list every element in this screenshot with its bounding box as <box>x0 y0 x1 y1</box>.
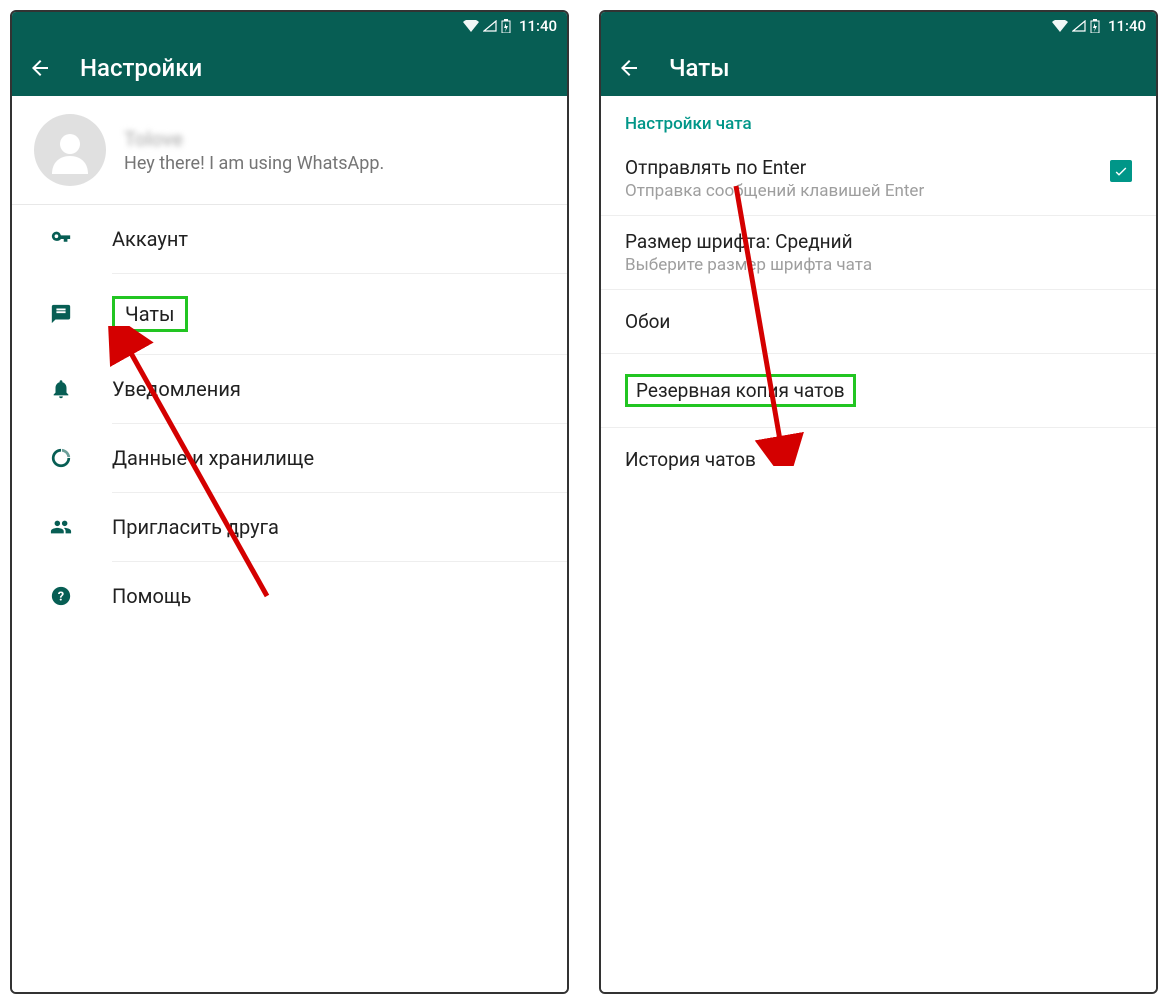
status-bar: 11:40 <box>12 12 567 40</box>
avatar <box>34 114 106 186</box>
row-font-size[interactable]: Размер шрифта: Средний Выберите размер ш… <box>601 216 1156 290</box>
key-icon <box>50 228 78 250</box>
row-title: Отправлять по Enter <box>625 156 1132 179</box>
menu-invite[interactable]: Пригласить друга <box>112 493 567 562</box>
row-backup-chats[interactable]: Резервная копия чатов <box>601 354 1156 428</box>
page-title: Настройки <box>80 54 202 82</box>
row-title: Размер шрифта: Средний <box>625 230 1132 253</box>
back-arrow-icon[interactable] <box>617 56 641 80</box>
menu-label: Уведомления <box>112 377 241 401</box>
phone-right-chats: 11:40 Чаты Настройки чата Отправлять по … <box>599 10 1158 994</box>
signal-icon <box>1072 20 1086 32</box>
menu-label: Чаты <box>125 302 175 326</box>
row-title: Обои <box>625 310 670 333</box>
row-subtitle: Отправка сообщений клавишей Enter <box>625 181 1132 201</box>
highlight-backup: Резервная копия чатов <box>625 374 856 407</box>
menu-label: Аккаунт <box>112 227 188 251</box>
app-bar: Чаты <box>601 40 1156 96</box>
svg-text:?: ? <box>58 590 64 605</box>
status-time: 11:40 <box>519 17 557 35</box>
status-bar: 11:40 <box>601 12 1156 40</box>
menu-help[interactable]: ? Помощь <box>112 562 567 630</box>
row-title: Резервная копия чатов <box>636 379 845 402</box>
menu-label: Пригласить друга <box>112 515 279 539</box>
battery-icon <box>1090 19 1100 33</box>
profile-row[interactable]: Tolove Hey there! I am using WhatsApp. <box>12 96 567 205</box>
wifi-icon <box>1052 20 1068 32</box>
highlight-chats: Чаты <box>112 296 188 332</box>
menu-label: Помощь <box>112 584 191 608</box>
checkbox-checked-icon[interactable] <box>1110 160 1132 182</box>
profile-name: Tolove <box>124 127 384 151</box>
row-title: История чатов <box>625 448 756 471</box>
status-time: 11:40 <box>1108 17 1146 35</box>
settings-content: Tolove Hey there! I am using WhatsApp. А… <box>12 96 567 992</box>
menu-chats[interactable]: Чаты <box>112 274 567 355</box>
settings-list: Аккаунт Чаты Уведомления Да <box>112 205 567 630</box>
back-arrow-icon[interactable] <box>28 56 52 80</box>
wifi-icon <box>463 20 479 32</box>
people-icon <box>50 516 78 538</box>
data-usage-icon <box>50 447 78 469</box>
chat-icon <box>50 303 78 325</box>
phone-left-settings: 11:40 Настройки Tolove Hey there! I am u… <box>10 10 569 994</box>
chats-content: Настройки чата Отправлять по Enter Отпра… <box>601 96 1156 992</box>
menu-account[interactable]: Аккаунт <box>112 205 567 274</box>
profile-text: Tolove Hey there! I am using WhatsApp. <box>124 127 384 174</box>
help-icon: ? <box>50 585 78 607</box>
row-enter-to-send[interactable]: Отправлять по Enter Отправка сообщений к… <box>601 142 1156 216</box>
battery-icon <box>501 19 511 33</box>
app-bar: Настройки <box>12 40 567 96</box>
profile-status: Hey there! I am using WhatsApp. <box>124 153 384 174</box>
row-wallpaper[interactable]: Обои <box>601 290 1156 354</box>
signal-icon <box>483 20 497 32</box>
menu-notifications[interactable]: Уведомления <box>112 355 567 424</box>
bell-icon <box>50 378 78 400</box>
section-header: Настройки чата <box>601 96 1156 142</box>
menu-data[interactable]: Данные и хранилище <box>112 424 567 493</box>
page-title: Чаты <box>669 54 730 82</box>
row-chat-history[interactable]: История чатов <box>601 428 1156 491</box>
row-subtitle: Выберите размер шрифта чата <box>625 255 1132 275</box>
menu-label: Данные и хранилище <box>112 446 314 470</box>
